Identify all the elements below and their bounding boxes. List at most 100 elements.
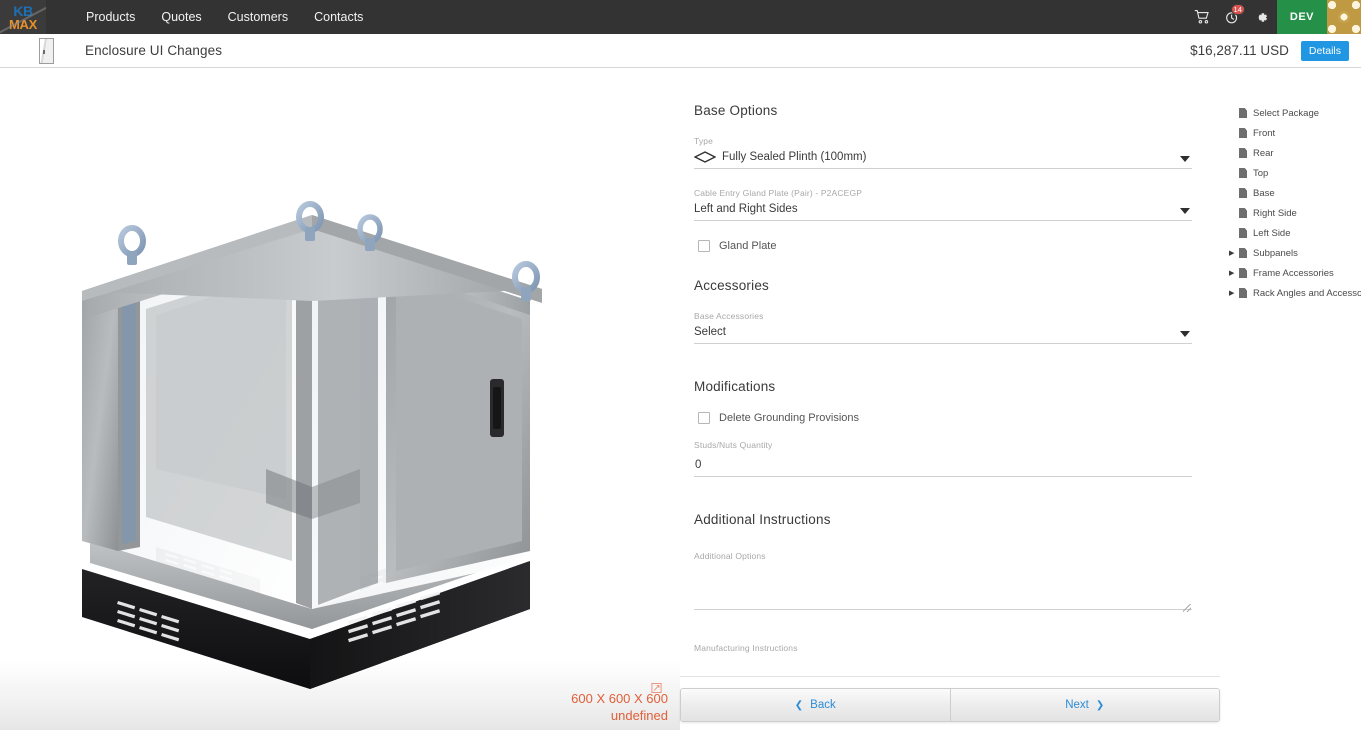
configuration-form: Base Options Type Fully Sealed Plinth (1…: [680, 69, 1220, 730]
environment-badge[interactable]: DEV: [1276, 0, 1327, 34]
additional-options-textarea[interactable]: [694, 566, 1192, 610]
total-price: $16,287.11 USD: [1190, 43, 1289, 58]
tree-item-base[interactable]: ▶ Base: [1220, 183, 1361, 203]
tree-item-front[interactable]: ▶ Front: [1220, 123, 1361, 143]
tree-item-label: Select Package: [1253, 107, 1320, 119]
tree-item-right-side[interactable]: ▶ Right Side: [1220, 203, 1361, 223]
top-navigation-bar: KB MAX Products Quotes Customers Contact…: [0, 0, 1361, 34]
chevron-right-icon[interactable]: ▶: [1229, 270, 1238, 277]
page-icon: [1239, 248, 1247, 258]
type-select-value: Fully Sealed Plinth (100mm): [722, 151, 867, 163]
tree-item-label: Base: [1253, 187, 1275, 199]
section-title-accessories: Accessories: [694, 278, 769, 293]
chevron-right-icon[interactable]: ▶: [1229, 290, 1238, 297]
tree-item-select-package[interactable]: ▶ Select Package: [1220, 103, 1361, 123]
chevron-left-icon: ❮: [794, 699, 804, 711]
gear-icon[interactable]: [1247, 0, 1277, 34]
tree-item-label: Subpanels: [1253, 247, 1298, 259]
diamond-icon: [694, 151, 716, 163]
back-button-label: Back: [810, 699, 836, 711]
tree-item-label: Rear: [1253, 147, 1274, 159]
details-button[interactable]: Details: [1300, 40, 1349, 61]
chevron-down-icon: [1180, 331, 1190, 337]
tree-item-label: Right Side: [1253, 207, 1297, 219]
tree-item-label: Front: [1253, 127, 1276, 139]
nav-item-customers[interactable]: Customers: [228, 8, 288, 26]
delete-grounding-checkbox-box[interactable]: [698, 412, 710, 424]
main-nav-links: Products Quotes Customers Contacts: [86, 8, 363, 26]
cable-entry-gland-plate-value: Left and Right Sides: [694, 203, 798, 215]
studs-nuts-quantity-input[interactable]: [694, 459, 1192, 477]
enclosure-thumbnail-image: [38, 37, 54, 64]
base-accessories-select[interactable]: Select: [694, 326, 1192, 344]
field-label-cable-entry-gland-plate-pair: Cable Entry Gland Plate (Pair) - P2ACEGP: [694, 188, 863, 198]
chevron-down-icon: [1180, 156, 1190, 162]
tree-item-rack-angles-and-accessories[interactable]: ▶ Rack Angles and Accessories: [1220, 283, 1361, 303]
field-base-accessories: Base Accessories Select: [694, 311, 1192, 344]
checkbox-gland-plate[interactable]: Gland Plate: [698, 240, 1192, 252]
field-label-manufacturing-instructions: Manufacturing Instructions: [694, 643, 798, 653]
next-button-label: Next: [1065, 699, 1089, 711]
enclosure-3d-model: [82, 201, 542, 689]
page-title: Enclosure UI Changes: [85, 43, 223, 58]
page-icon: [1239, 268, 1247, 278]
header-right-group: $16,287.11 USD Details: [1190, 40, 1361, 61]
main-content: 600 X 600 X 600 undefined Base Options T…: [0, 69, 1361, 730]
section-title-base-options: Base Options: [694, 103, 778, 118]
notification-count-badge: 14: [1230, 4, 1245, 15]
page-icon: [1239, 128, 1247, 138]
nav-item-quotes[interactable]: Quotes: [161, 8, 201, 26]
gland-plate-checkbox-box[interactable]: [698, 240, 710, 252]
field-label-type: Type: [694, 136, 714, 146]
field-additional-options: Additional Options: [694, 551, 1192, 615]
tree-item-rear[interactable]: ▶ Rear: [1220, 143, 1361, 163]
checkbox-delete-grounding-provisions[interactable]: Delete Grounding Provisions: [698, 412, 1192, 424]
chevron-right-icon: ❯: [1095, 699, 1105, 711]
tree-item-subpanels[interactable]: ▶ Subpanels: [1220, 243, 1361, 263]
footer-divider: [680, 676, 1220, 677]
kbmax-logo[interactable]: KB MAX: [0, 0, 46, 34]
base-accessories-value: Select: [694, 326, 726, 338]
page-icon: [1239, 148, 1247, 158]
field-type: Type Fully Sealed Plinth (100mm): [694, 136, 1192, 169]
user-avatar[interactable]: [1327, 0, 1361, 34]
top-nav-right-actions: 14 DEV: [1187, 0, 1361, 34]
tree-item-label: Top: [1253, 167, 1269, 179]
field-label-base-accessories: Base Accessories: [694, 311, 764, 321]
cable-entry-gland-plate-select[interactable]: Left and Right Sides: [694, 203, 1192, 221]
type-select[interactable]: Fully Sealed Plinth (100mm): [694, 151, 1192, 169]
tree-item-left-side[interactable]: ▶ Left Side: [1220, 223, 1361, 243]
enclosure-thumbnail[interactable]: [32, 34, 60, 68]
back-button[interactable]: ❮ Back: [681, 689, 950, 721]
tree-item-top[interactable]: ▶ Top: [1220, 163, 1361, 183]
dimensions-note: undefined: [610, 708, 668, 723]
nav-item-products[interactable]: Products: [86, 8, 135, 26]
gland-plate-checkbox-label: Gland Plate: [719, 240, 777, 252]
cart-icon[interactable]: [1187, 0, 1217, 34]
page-icon: [1239, 228, 1247, 238]
notifications-icon[interactable]: 14: [1217, 0, 1247, 34]
tree-item-label: Rack Angles and Accessories: [1253, 287, 1361, 299]
tree-item-frame-accessories[interactable]: ▶ Frame Accessories: [1220, 263, 1361, 283]
field-label-additional-options: Additional Options: [694, 551, 766, 561]
product-3d-viewer[interactable]: 600 X 600 X 600 undefined: [0, 69, 680, 730]
chevron-down-icon: [1180, 208, 1190, 214]
page-icon: [1239, 188, 1247, 198]
section-title-additional-instructions: Additional Instructions: [694, 512, 831, 527]
field-cable-entry-gland-plate-pair: Cable Entry Gland Plate (Pair) - P2ACEGP…: [694, 188, 1192, 221]
next-button[interactable]: Next ❯: [949, 689, 1219, 721]
page-icon: [1239, 288, 1247, 298]
field-studs-nuts-quantity: Studs/Nuts Quantity: [694, 440, 1192, 477]
field-label-studs-nuts-quantity: Studs/Nuts Quantity: [694, 440, 773, 450]
page-icon: [1239, 208, 1247, 218]
dimensions-value: 600 X 600 X 600: [571, 691, 668, 706]
chevron-right-icon[interactable]: ▶: [1229, 250, 1238, 257]
nav-item-contacts[interactable]: Contacts: [314, 8, 363, 26]
document-header-bar: Enclosure UI Changes $16,287.11 USD Deta…: [0, 34, 1361, 68]
section-title-modifications: Modifications: [694, 379, 776, 394]
model-dimensions: 600 X 600 X 600 undefined: [571, 690, 668, 724]
tree-item-label: Frame Accessories: [1253, 267, 1334, 279]
delete-grounding-checkbox-label: Delete Grounding Provisions: [719, 412, 860, 424]
